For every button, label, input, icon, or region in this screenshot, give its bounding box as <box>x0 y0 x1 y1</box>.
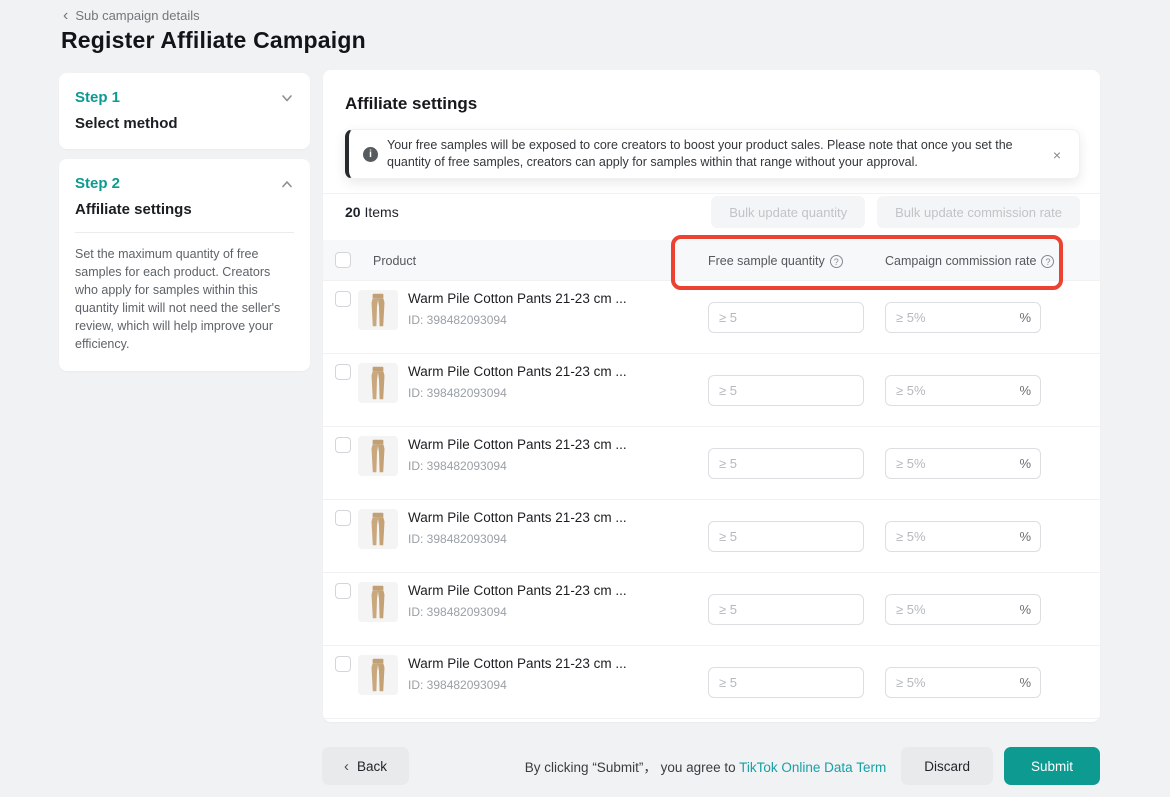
agreement-prefix: By clicking “Submit”， you agree to <box>525 760 739 775</box>
pants-image <box>367 657 389 693</box>
free-sample-quantity-input[interactable] <box>708 375 864 406</box>
column-product: Product <box>373 254 416 268</box>
affiliate-settings-panel: Affiliate settings i Your free samples w… <box>323 70 1100 722</box>
step-1-card: Step 1 Select method <box>59 73 310 149</box>
product-id: ID: 398482093094 <box>408 386 688 400</box>
product-name: Warm Pile Cotton Pants 21-23 cm ... <box>408 291 688 306</box>
table-row: Warm Pile Cotton Pants 21-23 cm ... ID: … <box>323 573 1100 646</box>
table-row: Warm Pile Cotton Pants 21-23 cm ... ID: … <box>323 427 1100 500</box>
table-header: Product Free sample quantity ? Campaign … <box>323 240 1100 281</box>
tiktok-online-data-term-link[interactable]: TikTok Online Data Term <box>739 760 886 775</box>
product-id: ID: 398482093094 <box>408 532 688 546</box>
pants-image <box>367 292 389 328</box>
column-campaign-commission-rate: Campaign commission rate ? <box>885 254 1054 268</box>
product-image <box>358 582 398 622</box>
free-sample-quantity-input[interactable] <box>708 302 864 333</box>
free-sample-quantity-input[interactable] <box>708 594 864 625</box>
breadcrumb[interactable]: ‹ Sub campaign details <box>63 8 200 23</box>
page-title: Register Affiliate Campaign <box>61 27 366 54</box>
footer-actions: ‹ Back By clicking “Submit”， you agree t… <box>322 746 1100 786</box>
pants-image <box>367 438 389 474</box>
register-affiliate-campaign-page: ‹ Sub campaign details Register Affiliat… <box>0 0 1170 797</box>
bulk-update-commission-rate-button[interactable]: Bulk update commission rate <box>877 196 1080 228</box>
commission-rate-input[interactable] <box>885 302 1041 333</box>
chevron-down-icon[interactable] <box>280 91 294 105</box>
question-circle-icon[interactable]: ? <box>830 255 843 268</box>
product-id: ID: 398482093094 <box>408 459 688 473</box>
step-1-label: Select method <box>75 115 294 132</box>
step-2-label: Affiliate settings <box>75 201 294 218</box>
submit-button[interactable]: Submit <box>1004 747 1100 785</box>
commission-rate-input[interactable] <box>885 375 1041 406</box>
table-toolbar: 20 Items Bulk update quantity Bulk updat… <box>345 196 1080 228</box>
back-button-label: Back <box>357 759 387 774</box>
product-name: Warm Pile Cotton Pants 21-23 cm ... <box>408 437 688 452</box>
back-button[interactable]: ‹ Back <box>322 747 409 785</box>
divider <box>323 193 1100 194</box>
chevron-up-icon[interactable] <box>280 177 294 191</box>
table-row: Warm Pile Cotton Pants 21-23 cm ... ID: … <box>323 354 1100 427</box>
product-image <box>358 290 398 330</box>
free-sample-quantity-input[interactable] <box>708 521 864 552</box>
chevron-left-icon: ‹ <box>344 758 349 775</box>
items-count: 20 Items <box>345 204 399 220</box>
product-id: ID: 398482093094 <box>408 605 688 619</box>
panel-heading: Affiliate settings <box>345 94 477 114</box>
step-1-number: Step 1 <box>75 89 120 106</box>
pants-image <box>367 365 389 401</box>
row-checkbox[interactable] <box>335 583 351 599</box>
product-name: Warm Pile Cotton Pants 21-23 cm ... <box>408 583 688 598</box>
free-sample-quantity-input[interactable] <box>708 667 864 698</box>
banner-text: Your free samples will be exposed to cor… <box>387 137 1037 171</box>
product-name: Warm Pile Cotton Pants 21-23 cm ... <box>408 656 688 671</box>
commission-rate-input[interactable] <box>885 521 1041 552</box>
divider <box>75 232 294 233</box>
pants-image <box>367 584 389 620</box>
product-name: Warm Pile Cotton Pants 21-23 cm ... <box>408 364 688 379</box>
breadcrumb-label: Sub campaign details <box>75 8 199 23</box>
product-id: ID: 398482093094 <box>408 678 688 692</box>
info-banner: i Your free samples will be exposed to c… <box>345 129 1080 179</box>
bulk-update-quantity-button[interactable]: Bulk update quantity <box>711 196 865 228</box>
row-checkbox[interactable] <box>335 437 351 453</box>
pants-image <box>367 511 389 547</box>
info-icon: i <box>363 147 378 162</box>
product-image <box>358 509 398 549</box>
question-circle-icon[interactable]: ? <box>1041 255 1054 268</box>
product-image <box>358 436 398 476</box>
free-sample-quantity-input[interactable] <box>708 448 864 479</box>
commission-rate-input[interactable] <box>885 448 1041 479</box>
column-free-sample-quantity: Free sample quantity ? <box>708 254 843 268</box>
row-checkbox[interactable] <box>335 291 351 307</box>
column-quantity-label: Free sample quantity <box>708 254 825 268</box>
row-checkbox[interactable] <box>335 364 351 380</box>
product-id: ID: 398482093094 <box>408 313 688 327</box>
commission-rate-input[interactable] <box>885 667 1041 698</box>
row-checkbox[interactable] <box>335 510 351 526</box>
step-2-description: Set the maximum quantity of free samples… <box>75 245 294 353</box>
items-count-label: Items <box>364 204 398 220</box>
step-2-number: Step 2 <box>75 175 120 192</box>
table-row: Warm Pile Cotton Pants 21-23 cm ... ID: … <box>323 500 1100 573</box>
select-all-checkbox[interactable] <box>335 252 351 268</box>
agreement-text: By clicking “Submit”， you agree to TikTo… <box>525 756 886 776</box>
discard-button[interactable]: Discard <box>901 747 993 785</box>
row-checkbox[interactable] <box>335 656 351 672</box>
column-commission-label: Campaign commission rate <box>885 254 1036 268</box>
product-name: Warm Pile Cotton Pants 21-23 cm ... <box>408 510 688 525</box>
items-count-value: 20 <box>345 204 361 220</box>
step-2-card: Step 2 Affiliate settings Set the maximu… <box>59 159 310 371</box>
close-icon[interactable]: × <box>1049 147 1065 163</box>
table-body: Warm Pile Cotton Pants 21-23 cm ... ID: … <box>323 281 1100 719</box>
table-row: Warm Pile Cotton Pants 21-23 cm ... ID: … <box>323 646 1100 719</box>
product-image <box>358 363 398 403</box>
back-chevron-icon: ‹ <box>63 9 68 22</box>
product-image <box>358 655 398 695</box>
table-row: Warm Pile Cotton Pants 21-23 cm ... ID: … <box>323 281 1100 354</box>
commission-rate-input[interactable] <box>885 594 1041 625</box>
